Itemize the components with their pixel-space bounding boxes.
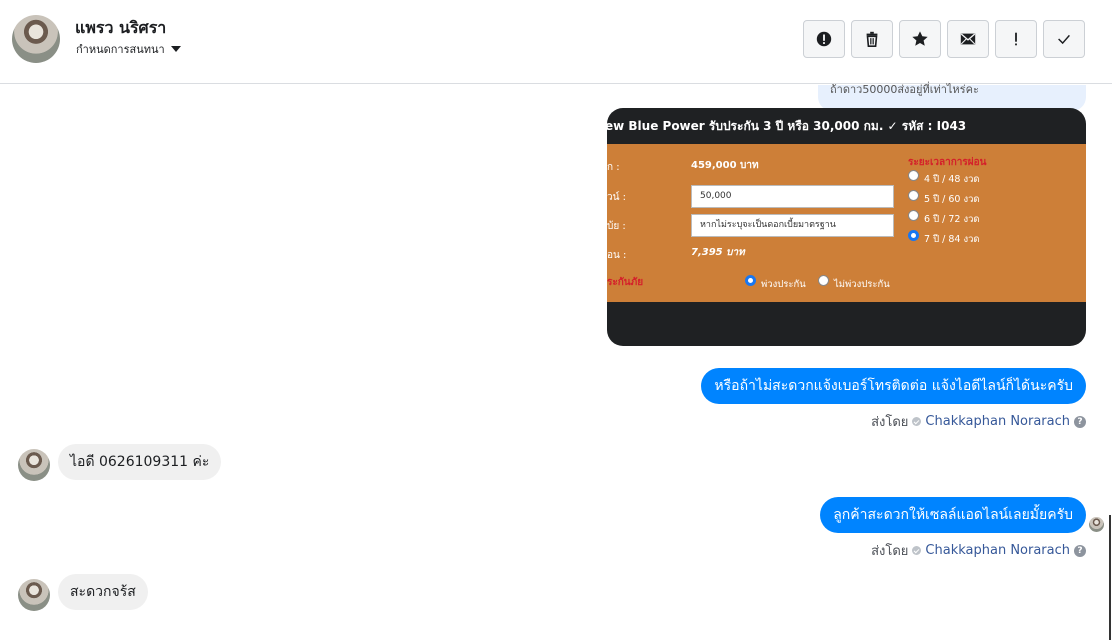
price-label: ก : <box>607 162 620 173</box>
outgoing-message[interactable]: ลูกค้าสะดวกให้เซลล์แอดไลน์เลยมั้ยครับ <box>820 497 1086 533</box>
incoming-message[interactable]: สะดวกจร้ส <box>58 574 148 610</box>
sent-by-line: ส่งโดย Chakkaphan Norarach ? <box>871 540 1086 561</box>
insurance-label: ระกันภัย <box>607 277 644 288</box>
done-button[interactable] <box>1043 20 1085 58</box>
down-payment-label: วน์ : <box>607 192 626 203</box>
check-icon <box>1058 34 1070 45</box>
term-radio <box>908 190 919 201</box>
interest-input: หากไม่ระบุจะเป็นดอกเบี้ยมาตรฐาน <box>691 214 894 237</box>
sent-by-name[interactable]: Chakkaphan Norarach <box>925 543 1070 558</box>
term-radio <box>908 210 919 221</box>
incoming-message[interactable]: ไอดี 0626109311 ค่ะ <box>58 444 222 480</box>
star-icon <box>912 31 928 46</box>
outgoing-message[interactable]: หรือถ้าไม่สะดวกแจ้งเบอร์โทรติดต่อ แจ้งไอ… <box>701 368 1086 404</box>
price-value: 459,000 บาท <box>691 160 759 171</box>
contact-avatar-small[interactable] <box>18 449 50 481</box>
interest-label: บ้ย : <box>607 221 626 232</box>
insurance-radio-selected <box>745 275 756 286</box>
installment-label: อน : <box>607 250 627 261</box>
term-label: 5 ปี / 60 งวด <box>924 194 980 205</box>
sent-by-name[interactable]: Chakkaphan Norarach <box>925 414 1070 429</box>
follow-up-button[interactable] <box>995 20 1037 58</box>
card-body: ก : 459,000 บาท วน์ : 50,000 บ้ย : หากไม… <box>607 144 1086 302</box>
term-label: 6 ปี / 72 งวด <box>924 214 980 225</box>
contact-name[interactable]: แพรว นริศรา <box>75 16 166 41</box>
insurance-option-label: พ่วงประกัน <box>761 279 806 290</box>
trash-icon <box>866 31 878 48</box>
verified-check-icon <box>912 546 922 555</box>
help-icon[interactable]: ? <box>1074 415 1086 428</box>
term-radio <box>908 170 919 181</box>
mark-unread-button[interactable] <box>947 20 989 58</box>
term-label: 7 ปี / 84 งวด <box>924 234 980 245</box>
spam-button[interactable] <box>803 20 845 58</box>
caret-down-icon <box>170 46 181 52</box>
sent-by-line: ส่งโดย Chakkaphan Norarach ? <box>871 411 1086 432</box>
exclamation-icon <box>1015 32 1017 46</box>
no-insurance-radio <box>818 275 829 286</box>
verified-check-icon <box>912 417 922 426</box>
card-title: ew Blue Power รับประกัน 3 ปี หรือ 30,000… <box>607 119 967 133</box>
installment-value: 7,395 บาท <box>691 247 745 258</box>
no-insurance-option-label: ไม่พ่วงประกัน <box>834 279 890 290</box>
term-title: ระยะเวลาการผ่อน <box>908 157 987 168</box>
alert-circle-icon <box>816 31 832 47</box>
term-label: 4 ปี / 48 งวด <box>924 174 980 185</box>
assign-label: กำหนดการสนทนา <box>76 43 165 56</box>
contact-avatar-small[interactable] <box>18 579 50 611</box>
loan-calculator-image[interactable]: ew Blue Power รับประกัน 3 ปี หรือ 30,000… <box>607 108 1086 346</box>
sent-by-prefix: ส่งโดย <box>871 544 909 559</box>
envelope-icon <box>960 33 976 45</box>
message-thread: ถ้าดาว50000ส่งอยู่ที่เท่าไหร่คะ ew Blue … <box>0 83 1112 640</box>
help-icon[interactable]: ? <box>1074 544 1086 557</box>
sent-by-prefix: ส่งโดย <box>871 415 909 430</box>
assign-conversation-dropdown[interactable]: กำหนดการสนทนา <box>76 40 181 58</box>
conversation-header: แพรว นริศรา กำหนดการสนทนา <box>0 0 1112 84</box>
term-radio-selected <box>908 230 919 241</box>
scrollbar-edge[interactable] <box>1109 515 1111 640</box>
delete-button[interactable] <box>851 20 893 58</box>
previous-message-text: ถ้าดาว50000ส่งอยู่ที่เท่าไหร่คะ <box>830 83 979 96</box>
seen-indicator-avatar <box>1089 517 1104 532</box>
contact-avatar[interactable] <box>12 15 60 63</box>
star-button[interactable] <box>899 20 941 58</box>
down-payment-input: 50,000 <box>691 185 894 208</box>
